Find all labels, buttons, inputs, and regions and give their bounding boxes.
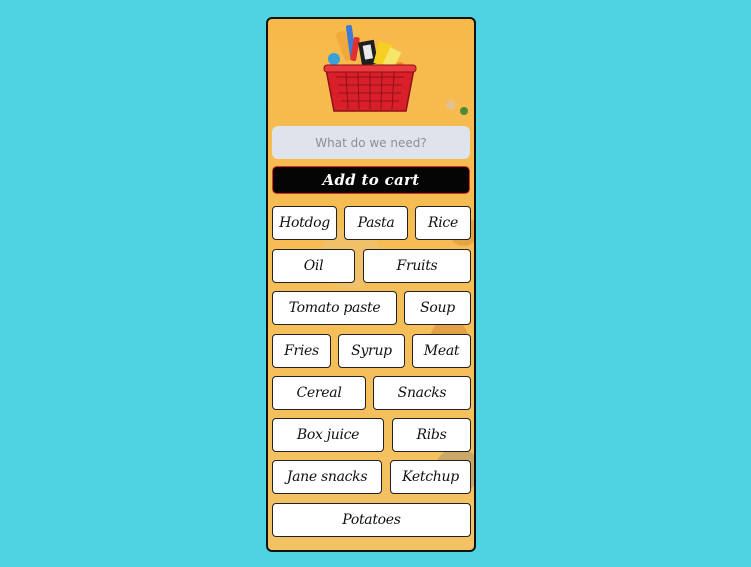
item-fries-button[interactable]: Fries <box>272 334 331 368</box>
item-hotdog-button[interactable]: Hotdog <box>272 206 337 240</box>
search-input[interactable] <box>272 126 470 159</box>
shopping-list-panel: Add to cart Hotdog Pasta Rice Oil Fruits… <box>266 17 476 552</box>
item-potatoes-button[interactable]: Potatoes <box>272 503 471 537</box>
item-ketchup-button[interactable]: Ketchup <box>390 460 471 494</box>
add-to-cart-button[interactable]: Add to cart <box>272 166 470 194</box>
item-rice-button[interactable]: Rice <box>415 206 471 240</box>
item-pasta-button[interactable]: Pasta <box>344 206 408 240</box>
item-jane-snacks-button[interactable]: Jane snacks <box>272 460 382 494</box>
item-cereal-button[interactable]: Cereal <box>272 376 366 410</box>
item-syrup-button[interactable]: Syrup <box>338 334 405 368</box>
item-box-juice-button[interactable]: Box juice <box>272 418 384 452</box>
item-ribs-button[interactable]: Ribs <box>392 418 471 452</box>
item-oil-button[interactable]: Oil <box>272 249 355 283</box>
shopping-basket-icon <box>323 25 468 115</box>
item-snacks-button[interactable]: Snacks <box>373 376 471 410</box>
item-meat-button[interactable]: Meat <box>412 334 471 368</box>
item-fruits-button[interactable]: Fruits <box>363 249 471 283</box>
item-soup-button[interactable]: Soup <box>404 291 471 325</box>
item-tomato-paste-button[interactable]: Tomato paste <box>272 291 397 325</box>
